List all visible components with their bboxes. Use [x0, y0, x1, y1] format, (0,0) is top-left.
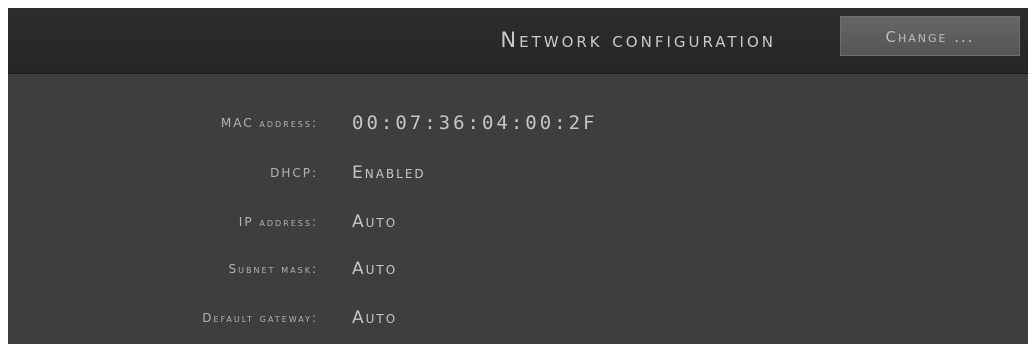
mac-address-value: 00:07:36:04:00:2F [352, 112, 598, 134]
mac-address-label: MAC address: [220, 116, 318, 130]
field-row-ip-address: IP address: Auto [8, 207, 1028, 237]
field-row-default-gateway: Default gateway: Auto [8, 303, 1028, 333]
ip-address-label: IP address: [238, 215, 318, 229]
network-configuration-panel: Network configuration Change ... MAC add… [8, 8, 1028, 344]
subnet-mask-value: Auto [352, 259, 398, 279]
field-row-mac-address: MAC address: 00:07:36:04:00:2F [8, 108, 1028, 138]
dhcp-label: DHCP: [270, 166, 318, 180]
ip-address-value: Auto [352, 212, 398, 232]
dhcp-value: Enabled [352, 163, 426, 183]
panel-title: Network configuration [500, 28, 776, 52]
field-row-dhcp: DHCP: Enabled [8, 158, 1028, 188]
change-button[interactable]: Change ... [840, 16, 1020, 56]
default-gateway-value: Auto [352, 308, 398, 328]
default-gateway-label: Default gateway: [202, 311, 318, 325]
subnet-mask-label: Subnet mask: [228, 262, 318, 276]
field-row-subnet-mask: Subnet mask: Auto [8, 254, 1028, 284]
panel-header: Network configuration Change ... [8, 8, 1028, 74]
